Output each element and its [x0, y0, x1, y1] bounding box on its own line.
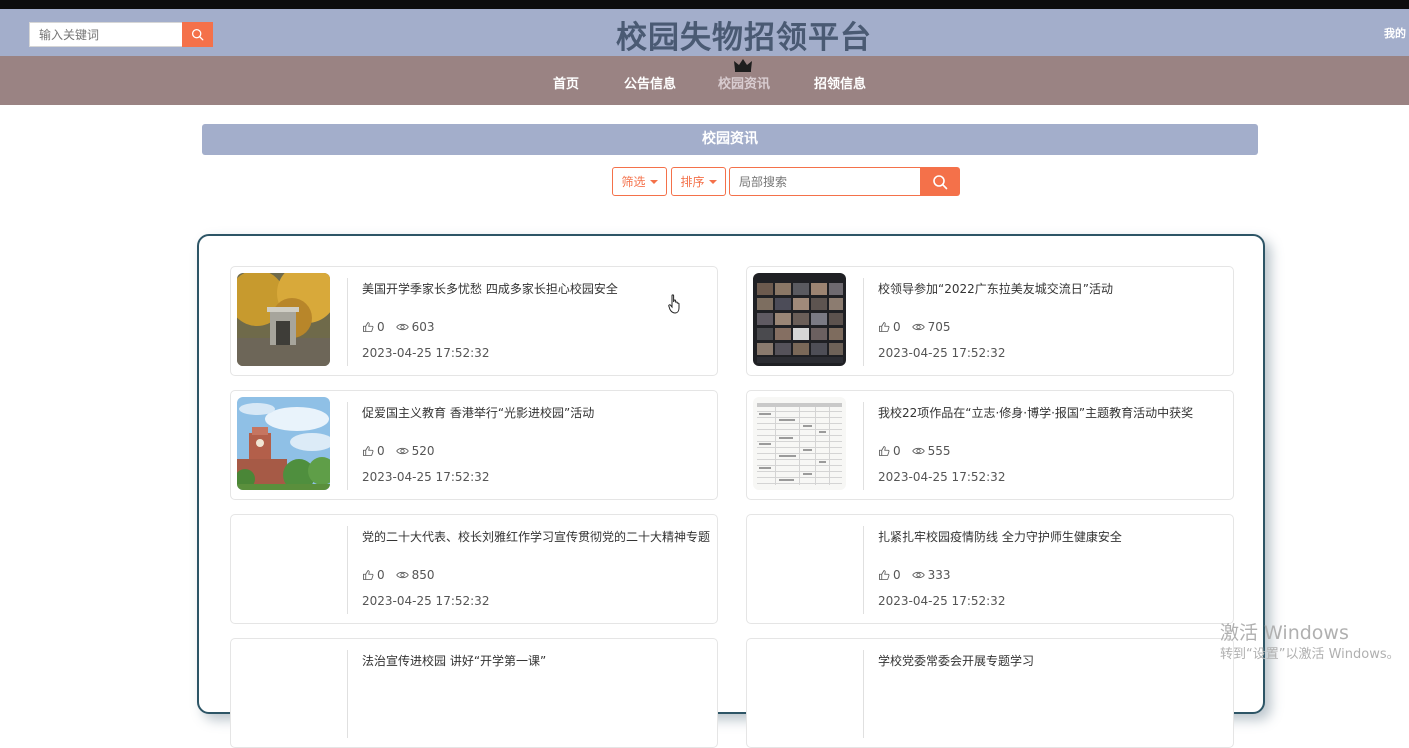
news-date: 2023-04-25 17:52:32 [878, 470, 1006, 484]
sort-label: 排序 [680, 175, 705, 189]
divider [863, 278, 864, 366]
divider [347, 402, 348, 490]
caret-down-icon [649, 179, 658, 184]
eye-icon [395, 323, 409, 331]
news-stats: 0 603 [362, 320, 435, 334]
news-title: 美国开学季家长多忧愁 四成多家长担心校园安全 [362, 282, 618, 296]
news-card[interactable]: 我校22项作品在“立志·修身·博学·报国”主题教育活动中获奖 0 555 202… [746, 390, 1234, 500]
header-search [29, 22, 213, 47]
news-thumbnail [237, 521, 330, 614]
news-date: 2023-04-25 17:52:32 [878, 594, 1006, 608]
my-account-link[interactable]: 我的 [1384, 25, 1406, 41]
eye-icon [911, 571, 925, 579]
news-stats: 0 520 [362, 444, 435, 458]
news-stats: 0 705 [878, 320, 951, 334]
news-title: 法治宣传进校园 讲好“开学第一课” [362, 654, 547, 668]
like-count: 0 [377, 568, 385, 582]
news-date: 2023-04-25 17:52:32 [362, 346, 490, 360]
eye-icon [911, 447, 925, 455]
site-header: 校园失物招领平台 我的 [0, 9, 1409, 56]
news-card[interactable]: 党的二十大代表、校长刘雅红作学习宣传贯彻党的二十大精神专题 0 850 2023… [230, 514, 718, 624]
header-search-button[interactable] [182, 22, 213, 47]
news-thumbnail [237, 645, 330, 738]
nav-item-campus-news[interactable]: 校园资讯 [718, 73, 770, 92]
search-icon [191, 28, 204, 41]
news-thumbnail [753, 273, 846, 366]
local-search-input[interactable] [729, 167, 921, 196]
news-title: 我校22项作品在“立志·修身·博学·报国”主题教育活动中获奖 [878, 406, 1194, 420]
like-count: 0 [893, 444, 901, 458]
news-thumbnail [753, 521, 846, 614]
thumbs-up-icon [879, 322, 890, 332]
sort-button[interactable]: 排序 [671, 167, 726, 196]
news-stats: 0 850 [362, 568, 435, 582]
divider [347, 278, 348, 366]
thumbs-up-icon [879, 570, 890, 580]
news-title: 校领导参加“2022广东拉美友城交流日”活动 [878, 282, 1113, 296]
news-thumbnail [753, 645, 846, 738]
divider [347, 650, 348, 738]
like-count: 0 [893, 320, 901, 334]
caret-down-icon [708, 179, 717, 184]
view-count: 333 [927, 568, 951, 582]
news-thumbnail [237, 397, 330, 490]
crown-icon [734, 59, 752, 72]
window-top-strip [0, 0, 1409, 9]
site-title: 校园失物招领平台 [616, 20, 872, 56]
thumbs-up-icon [363, 322, 374, 332]
news-date: 2023-04-25 17:52:32 [362, 594, 490, 608]
activation-watermark-title: 激活 Windows [1220, 622, 1349, 644]
search-icon [933, 174, 948, 189]
view-count: 603 [411, 320, 435, 334]
divider [863, 402, 864, 490]
news-title: 党的二十大代表、校长刘雅红作学习宣传贯彻党的二十大精神专题 [362, 530, 711, 544]
thumbs-up-icon [363, 446, 374, 456]
nav-item-home[interactable]: 首页 [553, 73, 579, 92]
eye-icon [395, 571, 409, 579]
activation-watermark-subtitle: 转到“设置”以激活 Windows。 [1220, 647, 1400, 662]
like-count: 0 [377, 320, 385, 334]
news-card[interactable]: 促爱国主义教育 香港举行“光影进校园”活动 0 520 2023-04-25 1… [230, 390, 718, 500]
eye-icon [911, 323, 925, 331]
news-card[interactable]: 扎紧扎牢校园疫情防线 全力守护师生健康安全 0 333 2023-04-25 1… [746, 514, 1234, 624]
news-card[interactable]: 法治宣传进校园 讲好“开学第一课” [230, 638, 718, 748]
news-thumbnail [753, 397, 846, 490]
news-title: 促爱国主义教育 香港举行“光影进校园”活动 [362, 406, 595, 420]
news-title: 扎紧扎牢校园疫情防线 全力守护师生健康安全 [878, 530, 1122, 544]
like-count: 0 [893, 568, 901, 582]
news-stats: 0 333 [878, 568, 951, 582]
news-card[interactable]: 美国开学季家长多忧愁 四成多家长担心校园安全 0 603 2023-04-25 … [230, 266, 718, 376]
news-stats: 0 555 [878, 444, 951, 458]
hand-cursor-icon [668, 294, 680, 314]
nav-item-announcements[interactable]: 公告信息 [624, 73, 676, 92]
filter-button[interactable]: 筛选 [612, 167, 667, 196]
news-card[interactable]: 校领导参加“2022广东拉美友城交流日”活动 0 705 2023-04-25 … [746, 266, 1234, 376]
divider [863, 650, 864, 738]
divider [347, 526, 348, 614]
thumbs-up-icon [363, 570, 374, 580]
main-nav: 首页 公告信息 校园资讯 招领信息 [0, 56, 1409, 105]
news-title: 学校党委常委会开展专题学习 [878, 654, 1035, 668]
filter-label: 筛选 [621, 175, 646, 189]
nav-item-lost-found[interactable]: 招领信息 [814, 73, 866, 92]
news-date: 2023-04-25 17:52:32 [878, 346, 1006, 360]
news-card[interactable]: 学校党委常委会开展专题学习 [746, 638, 1234, 748]
news-list-panel: 美国开学季家长多忧愁 四成多家长担心校园安全 0 603 2023-04-25 … [197, 234, 1265, 748]
view-count: 705 [927, 320, 951, 334]
section-title-bar: 校园资讯 [202, 124, 1258, 155]
eye-icon [395, 447, 409, 455]
view-count: 520 [411, 444, 435, 458]
divider [863, 526, 864, 614]
header-search-input[interactable] [29, 22, 183, 47]
view-count: 850 [411, 568, 435, 582]
news-date: 2023-04-25 17:52:32 [362, 470, 490, 484]
thumbs-up-icon [879, 446, 890, 456]
news-thumbnail [237, 273, 330, 366]
view-count: 555 [927, 444, 951, 458]
like-count: 0 [377, 444, 385, 458]
local-search-button[interactable] [920, 167, 960, 196]
